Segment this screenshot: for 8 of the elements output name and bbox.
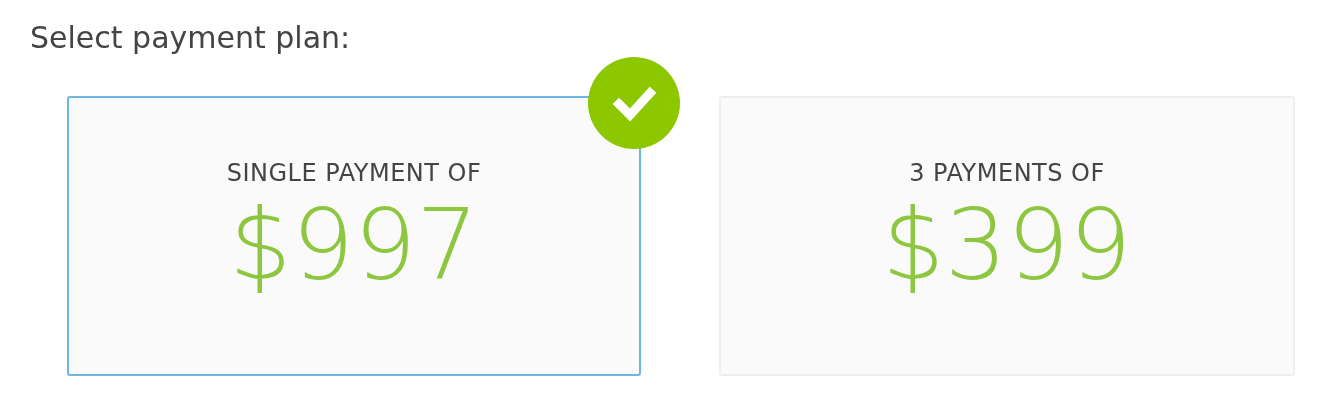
plan-card[interactable]: SINGLE PAYMENT OF $997	[67, 96, 641, 376]
section-title: Select payment plan:	[30, 19, 352, 57]
plan-label: SINGLE PAYMENT OF	[226, 158, 482, 189]
plan-label: 3 PAYMENTS OF	[909, 158, 1105, 189]
check-icon	[588, 57, 680, 149]
plan-price: $399	[882, 190, 1132, 300]
plan-price: $997	[229, 190, 479, 300]
plan-card[interactable]: 3 PAYMENTS OF $399	[719, 96, 1295, 376]
